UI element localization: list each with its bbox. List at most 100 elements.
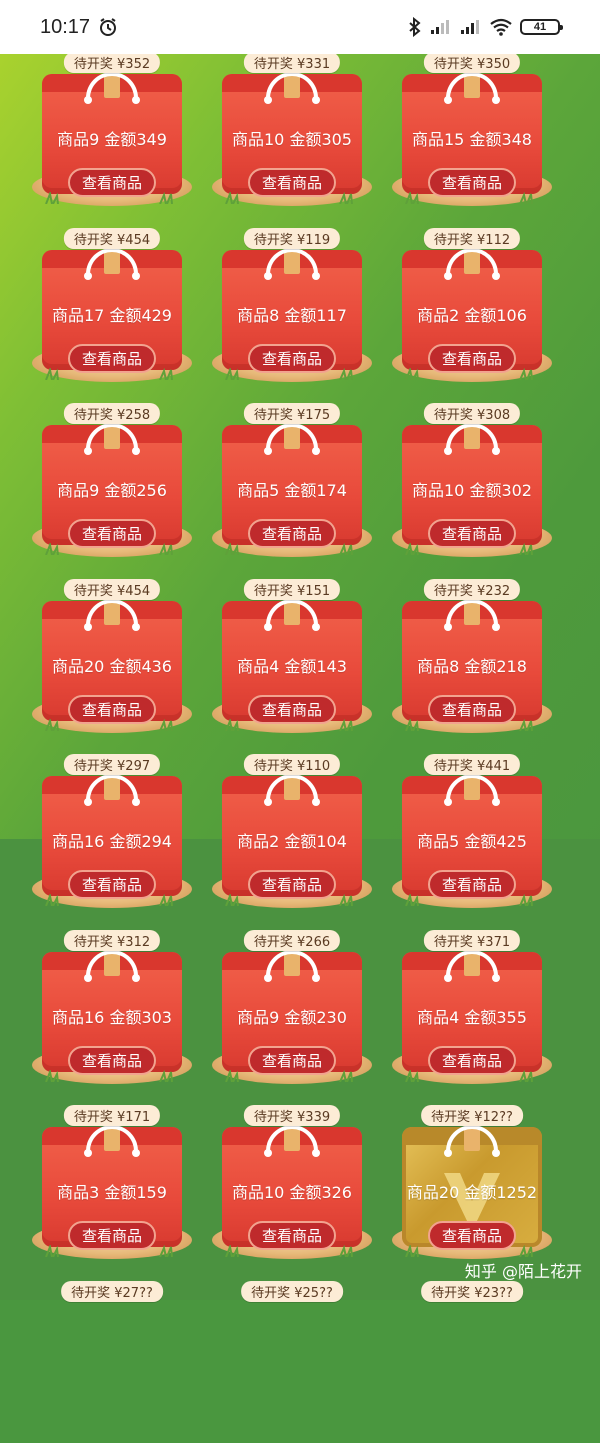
view-product-button[interactable]: 查看商品 bbox=[427, 343, 517, 373]
view-product-button[interactable]: 查看商品 bbox=[67, 694, 157, 724]
product-label: 商品5 金额425 bbox=[417, 832, 527, 851]
prize-badge: 待开奖 ¥308 bbox=[423, 403, 521, 424]
product-label: 商品15 金额348 bbox=[412, 130, 532, 149]
grass-decoration bbox=[225, 718, 239, 731]
product-label: 商品2 金额106 bbox=[417, 305, 527, 325]
product-card: 待开奖 ¥110 商品2 金额104 查看商品 bbox=[212, 754, 372, 916]
alarm-icon bbox=[100, 18, 117, 36]
prize-badge: 待开奖 ¥371 bbox=[423, 929, 521, 951]
grass-decoration bbox=[405, 718, 419, 731]
grass-decoration bbox=[159, 718, 173, 731]
grass-decoration bbox=[519, 192, 533, 204]
prize-badge: 待开奖 ¥12?? bbox=[421, 1105, 523, 1126]
product-card: 待开奖 ¥371 商品4 金额355 查看商品 bbox=[392, 929, 552, 1092]
product-label: 商品9 金额230 bbox=[237, 1007, 347, 1027]
signal-icon bbox=[431, 20, 449, 34]
signal-icon bbox=[461, 20, 479, 34]
product-card: 待开奖 ¥331 商品10 金额305 查看商品 bbox=[212, 52, 372, 214]
product-card: 待开奖 ¥175 商品5 金额174 查看商品 bbox=[212, 403, 372, 565]
view-product-button[interactable]: 查看商品 bbox=[247, 343, 337, 373]
view-product-button[interactable]: 查看商品 bbox=[67, 343, 157, 373]
grass-decoration bbox=[339, 1245, 353, 1257]
grass-decoration bbox=[45, 718, 59, 731]
product-card: 待开奖 ¥258 商品9 金额256 查看商品 bbox=[32, 403, 192, 565]
view-product-button[interactable]: 查看商品 bbox=[67, 1045, 157, 1075]
view-product-button[interactable]: 查看商品 bbox=[67, 519, 157, 548]
product-card: 待开奖 ¥312 商品16 金额303 查看商品 bbox=[32, 929, 192, 1092]
product-card: 待开奖 ¥12?? 商品20 金额1252 查看商品 bbox=[392, 1105, 552, 1267]
view-product-button[interactable]: 查看商品 bbox=[427, 1045, 517, 1075]
product-card: 待开奖 ¥350 商品15 金额348 查看商品 bbox=[392, 52, 552, 214]
grass-decoration bbox=[225, 1069, 239, 1082]
prize-badge: 待开奖 ¥232 bbox=[423, 578, 521, 600]
grass-decoration bbox=[519, 718, 533, 731]
product-label: 商品8 金额218 bbox=[417, 656, 527, 676]
view-product-button[interactable]: 查看商品 bbox=[247, 870, 337, 899]
product-label: 商品9 金额349 bbox=[57, 130, 167, 149]
product-card: 待开奖 ¥119 商品8 金额117 查看商品 bbox=[212, 227, 372, 390]
grass-decoration bbox=[225, 367, 239, 380]
prize-badge: 待开奖 ¥112 bbox=[423, 227, 521, 249]
prize-badge: 待开奖 ¥171 bbox=[63, 1105, 161, 1126]
battery-icon: 41 bbox=[520, 19, 563, 35]
prize-badge: 待开奖 ¥297 bbox=[63, 754, 161, 775]
grass-decoration bbox=[405, 192, 419, 204]
product-label: 商品9 金额256 bbox=[57, 481, 167, 500]
product-card: 待开奖 ¥266 商品9 金额230 查看商品 bbox=[212, 929, 372, 1092]
grass-decoration bbox=[339, 192, 353, 204]
view-product-button[interactable]: 查看商品 bbox=[247, 168, 337, 197]
prize-badge: 待开奖 ¥119 bbox=[243, 227, 341, 249]
view-product-button[interactable]: 查看商品 bbox=[247, 1221, 337, 1250]
product-label: 商品5 金额174 bbox=[237, 481, 347, 500]
product-card: 待开奖 ¥232 商品8 金额218 查看商品 bbox=[392, 578, 552, 741]
product-label: 商品4 金额143 bbox=[237, 656, 347, 676]
product-label: 商品17 金额429 bbox=[52, 305, 172, 325]
grass-decoration bbox=[159, 894, 173, 906]
product-label: 商品20 金额436 bbox=[52, 656, 172, 676]
view-product-button[interactable]: 查看商品 bbox=[67, 168, 157, 197]
status-bar: 10:17 41 bbox=[0, 0, 600, 54]
prize-badge: 待开奖 ¥25?? bbox=[241, 1280, 343, 1302]
grass-decoration bbox=[405, 367, 419, 380]
grass-decoration bbox=[339, 543, 353, 555]
prize-badge: 待开奖 ¥23?? bbox=[421, 1280, 523, 1302]
wifi-icon bbox=[490, 18, 512, 36]
grass-decoration bbox=[159, 367, 173, 380]
grass-decoration bbox=[159, 1245, 173, 1257]
grass-decoration bbox=[519, 367, 533, 380]
watermark: 知乎 @陌上花开 bbox=[464, 1262, 582, 1281]
view-product-button[interactable]: 查看商品 bbox=[247, 1045, 337, 1075]
product-card: 待开奖 ¥352 商品9 金额349 查看商品 bbox=[32, 52, 192, 214]
grass-decoration bbox=[45, 1069, 59, 1082]
prize-badge: 待开奖 ¥339 bbox=[243, 1105, 341, 1126]
grass-decoration bbox=[225, 1245, 239, 1257]
view-product-button[interactable]: 查看商品 bbox=[247, 694, 337, 724]
product-label: 商品16 金额303 bbox=[52, 1007, 172, 1027]
product-label: 商品8 金额117 bbox=[237, 305, 347, 325]
grass-decoration bbox=[225, 543, 239, 555]
prize-badge: 待开奖 ¥27?? bbox=[61, 1280, 163, 1302]
view-product-button[interactable]: 查看商品 bbox=[67, 870, 157, 899]
view-product-button[interactable]: 查看商品 bbox=[427, 694, 517, 724]
grass-decoration bbox=[339, 718, 353, 731]
prize-badge: 待开奖 ¥331 bbox=[243, 52, 341, 73]
product-card: 待开奖 ¥339 商品10 金额326 查看商品 bbox=[212, 1105, 372, 1267]
grass-decoration bbox=[45, 894, 59, 906]
product-card: 待开奖 ¥297 商品16 金额294 查看商品 bbox=[32, 754, 192, 916]
view-product-button[interactable]: 查看商品 bbox=[67, 1221, 157, 1250]
product-label: 商品2 金额104 bbox=[237, 832, 347, 851]
view-product-button[interactable]: 查看商品 bbox=[427, 519, 517, 548]
view-product-button[interactable]: 查看商品 bbox=[427, 168, 517, 197]
grass-decoration bbox=[405, 1069, 419, 1082]
view-product-button[interactable]: 查看商品 bbox=[427, 1221, 517, 1250]
bluetooth-icon bbox=[409, 17, 421, 37]
product-card: 待开奖 ¥23?? bbox=[392, 1280, 552, 1443]
battery-level: 41 bbox=[533, 21, 547, 33]
prize-badge: 待开奖 ¥350 bbox=[423, 52, 521, 73]
grass-decoration bbox=[225, 192, 239, 204]
grass-decoration bbox=[519, 1245, 533, 1257]
grass-decoration bbox=[339, 367, 353, 380]
product-card: 待开奖 ¥171 商品3 金额159 查看商品 bbox=[32, 1105, 192, 1267]
view-product-button[interactable]: 查看商品 bbox=[427, 870, 517, 899]
view-product-button[interactable]: 查看商品 bbox=[247, 519, 337, 548]
